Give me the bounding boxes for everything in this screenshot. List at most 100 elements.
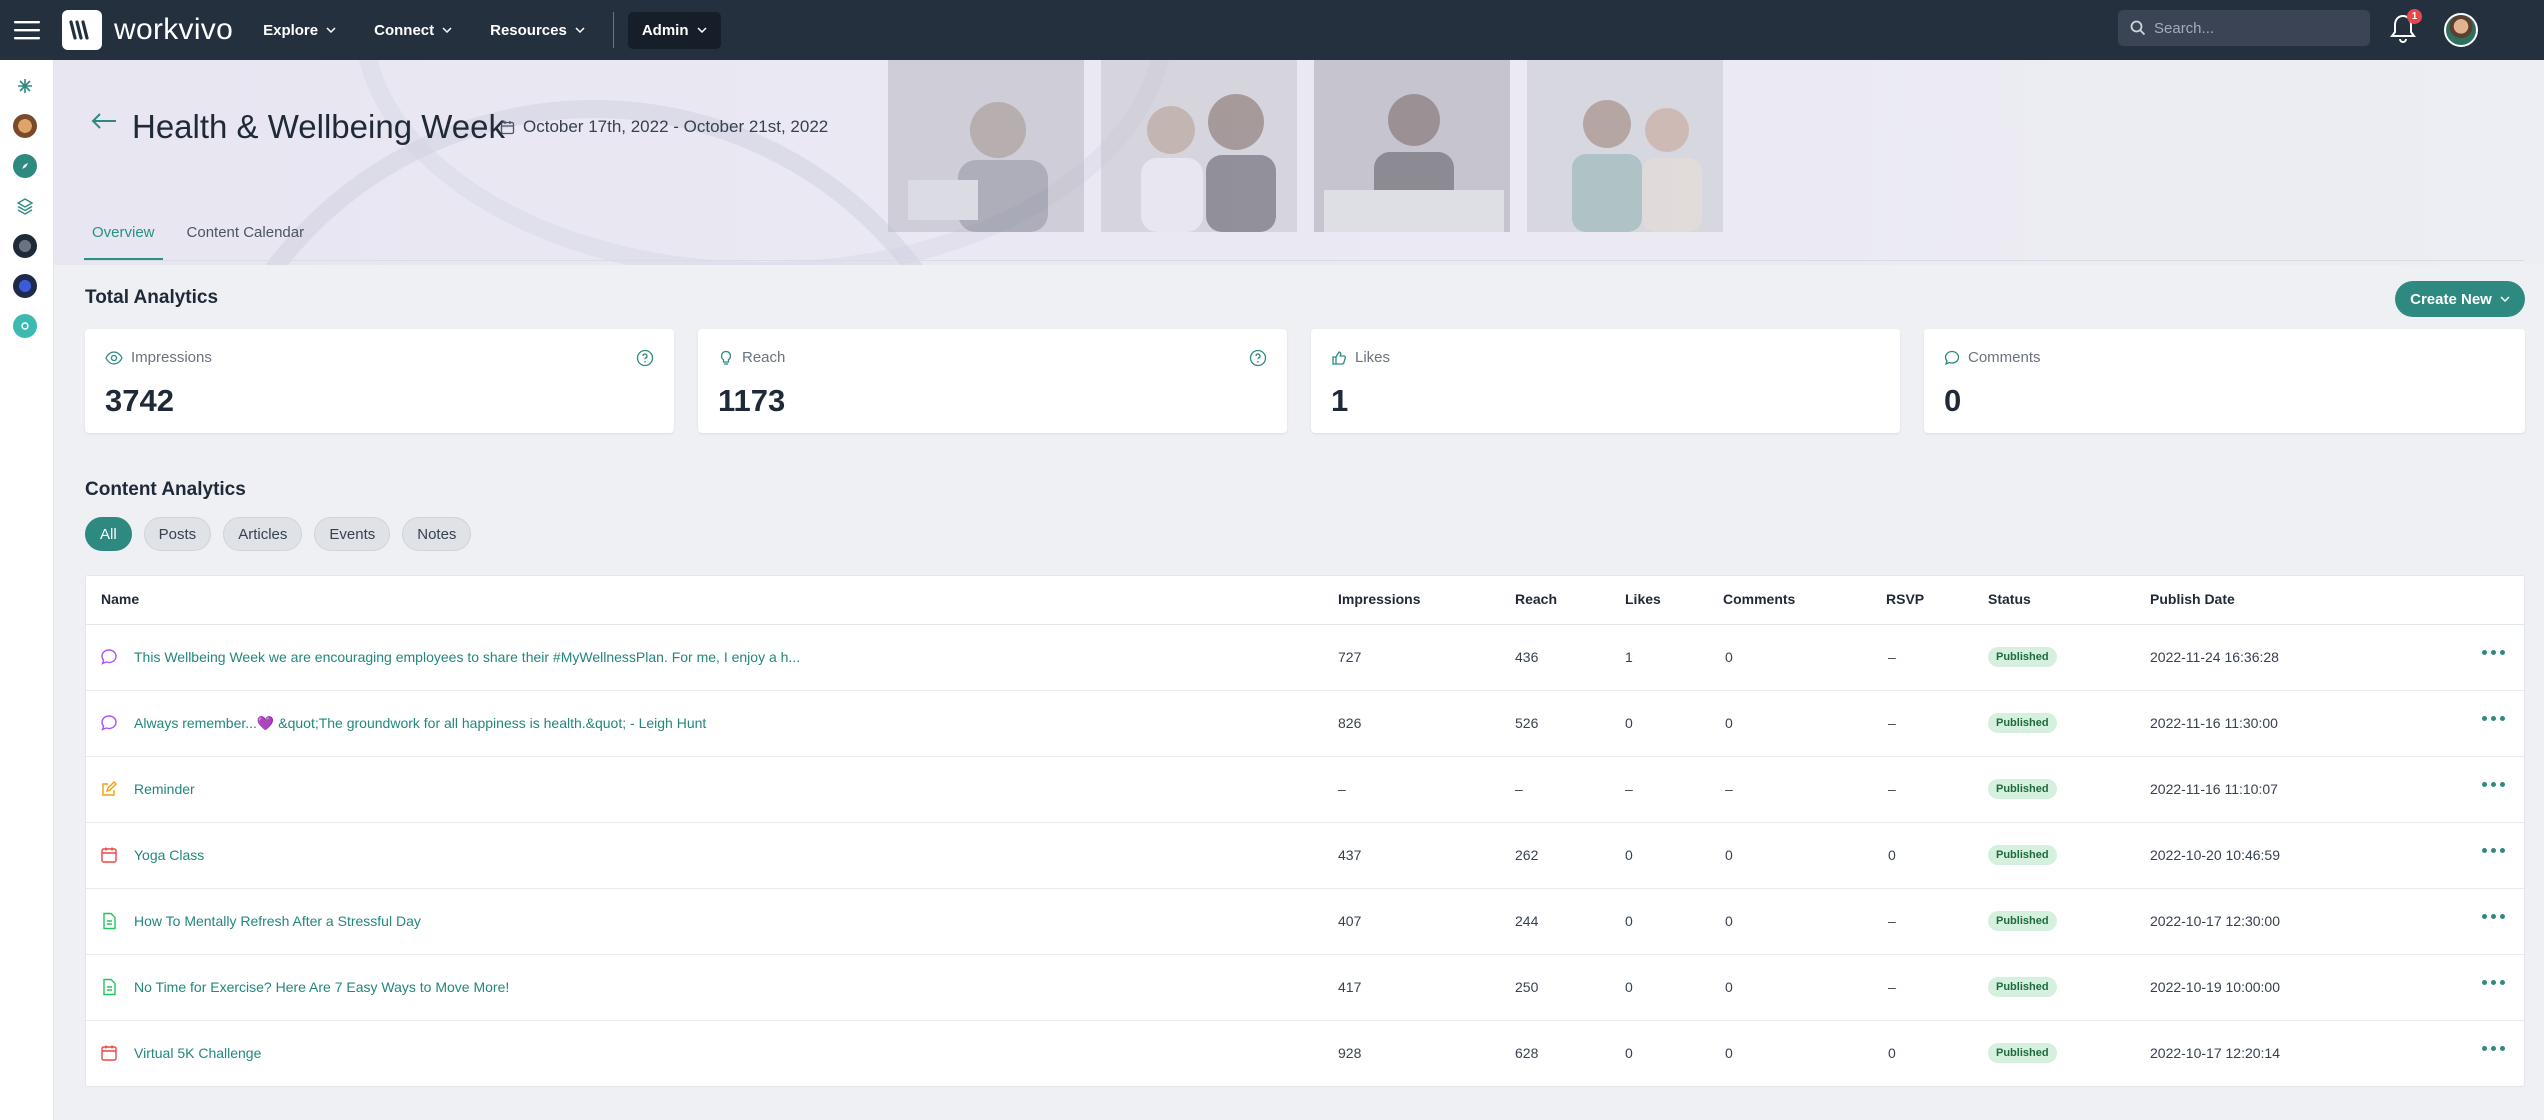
nav-resources-label: Resources — [490, 21, 567, 39]
table-row[interactable]: How To Mentally Refresh After a Stressfu… — [86, 889, 2524, 955]
content-name-link[interactable]: How To Mentally Refresh After a Stressfu… — [134, 913, 421, 929]
column-header-status[interactable]: Status — [1988, 591, 2031, 607]
nav-admin[interactable]: Admin — [627, 11, 721, 49]
comments-cell: 0 — [1725, 979, 1733, 995]
publish-date-cell: 2022-10-17 12:20:14 — [2150, 1045, 2280, 1061]
menu-icon[interactable] — [0, 0, 54, 60]
row-actions-button[interactable] — [2478, 1042, 2509, 1055]
comments-cell: 0 — [1725, 715, 1733, 731]
impressions-cell: – — [1338, 781, 1346, 797]
filter-articles[interactable]: Articles — [223, 517, 303, 551]
main-nav: Explore Connect Resources Admin — [263, 0, 721, 60]
impressions-cell: 437 — [1338, 847, 1362, 863]
app-name: workvivo — [114, 13, 234, 46]
tab-content-calendar[interactable]: Content Calendar — [179, 208, 313, 260]
impressions-cell: 407 — [1338, 913, 1362, 929]
content-name-link[interactable]: Virtual 5K Challenge — [134, 1045, 261, 1061]
nav-resources[interactable]: Resources — [490, 22, 585, 39]
publish-date-cell: 2022-11-16 11:10:07 — [2150, 781, 2278, 797]
comments-cell: – — [1725, 781, 1733, 797]
reach-cell: 526 — [1515, 715, 1539, 731]
filter-notes[interactable]: Notes — [402, 517, 472, 551]
campaign-dates: October 17th, 2022 - October 21st, 2022 — [500, 117, 828, 137]
eye-icon — [105, 350, 123, 365]
tabs-divider — [84, 260, 2524, 261]
page-title: Health & Wellbeing Week — [132, 108, 505, 145]
global-search[interactable] — [2118, 10, 2370, 46]
row-actions-button[interactable] — [2478, 646, 2509, 659]
sparkle-icon[interactable] — [13, 74, 37, 98]
top-navigation-bar: workvivo Explore Connect Resources Admin… — [0, 0, 2544, 60]
likes-label: Likes — [1355, 349, 1391, 366]
user-avatar[interactable] — [2444, 13, 2478, 47]
space-avatar-icon[interactable] — [13, 234, 37, 258]
back-arrow-icon[interactable] — [90, 112, 118, 130]
banner-photo — [1527, 60, 1723, 232]
table-row[interactable]: Reminder – – – – – Published 2022-11-16 … — [86, 757, 2524, 823]
row-actions-button[interactable] — [2478, 844, 2509, 857]
comments-cell: 0 — [1725, 649, 1733, 665]
column-header-comments[interactable]: Comments — [1723, 591, 1795, 607]
filter-events[interactable]: Events — [314, 517, 391, 551]
reach-cell: 628 — [1515, 1045, 1539, 1061]
workvivo-logo-icon — [62, 10, 102, 50]
table-row[interactable]: No Time for Exercise? Here Are 7 Easy Wa… — [86, 955, 2524, 1021]
table-row[interactable]: This Wellbeing Week we are encouraging e… — [86, 625, 2524, 691]
reach-value: 1173 — [718, 383, 786, 418]
column-header-rsvp[interactable]: RSVP — [1886, 591, 1924, 607]
row-actions-button[interactable] — [2478, 712, 2509, 725]
layers-icon[interactable] — [13, 194, 37, 218]
left-shortcut-rail — [0, 60, 54, 1120]
row-actions-button[interactable] — [2478, 976, 2509, 989]
table-row[interactable]: Virtual 5K Challenge 928 628 0 0 0 Publi… — [86, 1021, 2524, 1087]
column-header-publish-date[interactable]: Publish Date — [2150, 591, 2235, 607]
reach-card-label: Reach — [718, 349, 785, 366]
notification-count-badge: 1 — [2407, 9, 2422, 24]
space-avatar-icon[interactable] — [13, 114, 37, 138]
filter-posts[interactable]: Posts — [143, 517, 212, 551]
banner-photo — [888, 60, 1084, 232]
help-icon[interactable] — [1249, 349, 1267, 367]
reach-cell: – — [1515, 781, 1523, 797]
row-actions-button[interactable] — [2478, 910, 2509, 923]
content-analytics-heading: Content Analytics — [85, 479, 246, 500]
content-name-link[interactable]: Reminder — [134, 781, 195, 797]
help-icon[interactable] — [636, 349, 654, 367]
nav-explore[interactable]: Explore — [263, 22, 336, 39]
nav-connect[interactable]: Connect — [374, 22, 452, 39]
banner-photo — [1101, 60, 1297, 232]
tab-overview[interactable]: Overview — [84, 208, 163, 260]
reach-label: Reach — [742, 349, 786, 366]
likes-card: Likes 1 — [1311, 329, 1900, 433]
column-header-name[interactable]: Name — [101, 591, 139, 607]
page-tabs: Overview Content Calendar — [84, 208, 328, 260]
space-avatar-icon[interactable] — [13, 314, 37, 338]
table-row[interactable]: Always remember...💜 &quot;The groundwork… — [86, 691, 2524, 757]
publish-date-cell: 2022-11-16 11:30:00 — [2150, 715, 2278, 731]
search-icon — [2130, 20, 2146, 36]
rsvp-cell: 0 — [1888, 847, 1896, 863]
filter-all[interactable]: All — [85, 517, 132, 551]
content-name-link[interactable]: Always remember...💜 &quot;The groundwork… — [134, 715, 706, 732]
content-type-filters: All Posts Articles Events Notes — [85, 517, 472, 551]
compass-icon[interactable] — [13, 154, 37, 178]
content-name-link[interactable]: Yoga Class — [134, 847, 204, 863]
app-logo[interactable]: workvivo — [62, 10, 233, 50]
publish-date-cell: 2022-10-19 10:00:00 — [2150, 979, 2280, 995]
chevron-down-icon — [326, 27, 336, 33]
content-name-link[interactable]: This Wellbeing Week we are encouraging e… — [134, 649, 800, 665]
search-input[interactable] — [2154, 19, 2354, 37]
column-header-impressions[interactable]: Impressions — [1338, 591, 1420, 607]
column-header-reach[interactable]: Reach — [1515, 591, 1557, 607]
row-actions-button[interactable] — [2478, 778, 2509, 791]
content-name-link[interactable]: No Time for Exercise? Here Are 7 Easy Wa… — [134, 979, 509, 995]
table-row[interactable]: Yoga Class 437 262 0 0 0 Published 2022-… — [86, 823, 2524, 889]
space-avatar-icon[interactable] — [13, 274, 37, 298]
create-new-button[interactable]: Create New — [2395, 281, 2525, 317]
nav-admin-label: Admin — [641, 21, 689, 39]
comments-value: 0 — [1944, 383, 1962, 418]
column-header-likes[interactable]: Likes — [1625, 591, 1661, 607]
publish-date-cell: 2022-10-17 12:30:00 — [2150, 913, 2280, 929]
chevron-down-icon — [442, 27, 452, 33]
status-badge: Published — [1988, 977, 2057, 997]
